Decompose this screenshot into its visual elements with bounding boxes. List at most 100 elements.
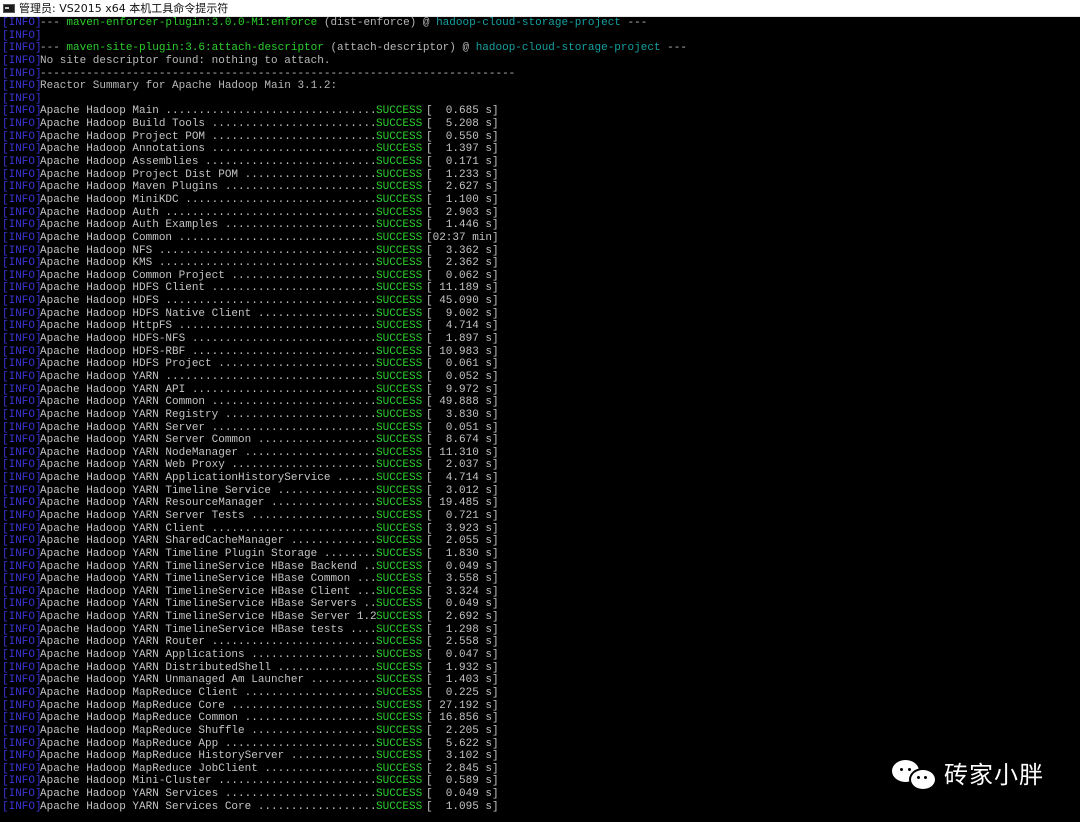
module-status: SUCCESS [376, 345, 423, 358]
module-status: SUCCESS [376, 573, 423, 586]
module-time: [ 2.205 s] [426, 724, 499, 737]
module-time: [ 1.095 s] [426, 800, 499, 813]
module-status: SUCCESS [376, 105, 423, 118]
module-name: Apache Hadoop Build Tools ..............… [40, 118, 376, 131]
module-name: Apache Hadoop YARN Timeline Plugin Stora… [40, 547, 376, 560]
info-tag: [INFO] [2, 282, 40, 295]
info-tag: [INFO] [2, 459, 40, 472]
info-tag: [INFO] [2, 42, 40, 55]
module-time: [ 0.051 s] [426, 421, 499, 434]
module-time: [ 2.362 s] [426, 257, 499, 270]
module-time: [ 45.090 s] [426, 295, 499, 308]
module-row: [INFO] Apache Hadoop HDFS Native Client .… [0, 308, 1080, 321]
log-execution: (dist-enforce) @ [317, 17, 437, 29]
info-tag: [INFO] [2, 762, 40, 775]
info-tag: [INFO] [2, 181, 40, 194]
info-tag: [INFO] [2, 168, 40, 181]
module-row: [INFO] Apache Hadoop NFS ................… [0, 245, 1080, 258]
module-time: [ 3.362 s] [426, 244, 499, 257]
info-tag: [INFO] [2, 649, 40, 662]
module-time: [ 2.903 s] [426, 206, 499, 219]
module-name: Apache Hadoop YARN ResourceManager .....… [40, 497, 376, 510]
module-status: SUCCESS [376, 408, 423, 421]
module-time: [ 0.049 s] [426, 788, 499, 801]
module-time: [ 1.298 s] [426, 623, 499, 636]
module-status: SUCCESS [376, 497, 423, 510]
module-name: Apache Hadoop YARN Services ............… [40, 788, 376, 801]
log-line: [INFO] --- maven-site-plugin:3.6:attach-… [0, 42, 1080, 55]
module-status: SUCCESS [376, 168, 423, 181]
info-tag: [INFO] [2, 307, 40, 320]
log-line: [INFO] --- maven-enforcer-plugin:3.0.0-M… [0, 17, 1080, 30]
module-row: [INFO] Apache Hadoop Project Dist POM ...… [0, 169, 1080, 182]
module-row: [INFO] Apache Hadoop HDFS-RBF ...........… [0, 346, 1080, 359]
module-name: Apache Hadoop MapReduce Common .........… [40, 712, 376, 725]
module-status: SUCCESS [376, 446, 423, 459]
module-status: SUCCESS [376, 509, 423, 522]
module-status: SUCCESS [376, 181, 423, 194]
module-name: Apache Hadoop Main .....................… [40, 105, 376, 118]
module-name: Apache Hadoop YARN TimelineService HBase… [40, 560, 376, 573]
module-time: [ 11.189 s] [426, 282, 499, 295]
module-status: SUCCESS [376, 484, 423, 497]
info-tag: [INFO] [2, 54, 40, 67]
module-row: [INFO] Apache Hadoop Annotations ........… [0, 143, 1080, 156]
module-status: SUCCESS [376, 724, 423, 737]
info-tag: [INFO] [2, 269, 40, 282]
module-row: [INFO] Apache Hadoop YARN TimelineService… [0, 611, 1080, 624]
module-row: [INFO] Apache Hadoop YARN NodeManager ...… [0, 447, 1080, 460]
info-tag: [INFO] [2, 219, 40, 232]
module-name: Apache Hadoop Maven Plugins ............… [40, 181, 376, 194]
module-name: Apache Hadoop MapReduce JobClient ......… [40, 762, 376, 775]
info-tag: [INFO] [2, 509, 40, 522]
module-name: Apache Hadoop KMS ......................… [40, 257, 376, 270]
module-name: Apache Hadoop Auth .....................… [40, 206, 376, 219]
info-tag: [INFO] [2, 408, 40, 421]
module-time: [ 0.052 s] [426, 370, 499, 383]
module-status: SUCCESS [376, 800, 423, 813]
module-time: [ 5.622 s] [426, 737, 499, 750]
module-status: SUCCESS [376, 636, 423, 649]
info-tag: [INFO] [2, 484, 40, 497]
title-bar[interactable]: 管理员: VS2015 x64 本机工具命令提示符 [0, 0, 1080, 17]
module-status: SUCCESS [376, 712, 423, 725]
module-row: [INFO] Apache Hadoop YARN Server ........… [0, 422, 1080, 435]
info-tag: [INFO] [2, 333, 40, 346]
module-time: [ 1.932 s] [426, 661, 499, 674]
module-row: [INFO] Apache Hadoop YARN TimelineService… [0, 573, 1080, 586]
info-tag: [INFO] [2, 611, 40, 624]
info-tag: [INFO] [2, 257, 40, 270]
module-row: [INFO] Apache Hadoop YARN TimelineService… [0, 586, 1080, 599]
module-name: Apache Hadoop YARN TimelineService HBase… [40, 573, 376, 586]
module-row: [INFO] Apache Hadoop MapReduce Client ...… [0, 687, 1080, 700]
module-time: [ 0.685 s] [426, 105, 499, 118]
module-name: Apache Hadoop Annotations ..............… [40, 143, 376, 156]
info-tag: [INFO] [2, 17, 40, 29]
module-row: [INFO] Apache Hadoop YARN Web Proxy .....… [0, 459, 1080, 472]
console-output[interactable]: [INFO] --- maven-enforcer-plugin:3.0.0-M… [0, 17, 1080, 822]
info-tag: [INFO] [2, 434, 40, 447]
module-time: [ 0.589 s] [426, 775, 499, 788]
module-name: Apache Hadoop YARN TimelineService HBase… [40, 623, 376, 636]
module-name: Apache Hadoop MapReduce Shuffle ........… [40, 724, 376, 737]
module-name: Apache Hadoop YARN Router ..............… [40, 636, 376, 649]
module-status: SUCCESS [376, 269, 423, 282]
log-suffix: --- [660, 42, 687, 55]
module-name: Apache Hadoop YARN Timeline Service ....… [40, 484, 376, 497]
info-tag: [INFO] [2, 686, 40, 699]
module-row: [INFO] Apache Hadoop YARN Timeline Plugin… [0, 548, 1080, 561]
module-time: [ 3.012 s] [426, 484, 499, 497]
module-status: SUCCESS [376, 674, 423, 687]
module-name: Apache Hadoop YARN DistributedShell ....… [40, 661, 376, 674]
info-tag: [INFO] [2, 156, 40, 169]
module-row: [INFO] Apache Hadoop KMS ................… [0, 257, 1080, 270]
module-row: [INFO] Apache Hadoop YARN TimelineService… [0, 598, 1080, 611]
module-name: Apache Hadoop YARN Applications ........… [40, 649, 376, 662]
module-time: [ 1.100 s] [426, 193, 499, 206]
module-status: SUCCESS [376, 130, 423, 143]
module-status: SUCCESS [376, 560, 423, 573]
module-name: Apache Hadoop YARN Common ..............… [40, 396, 376, 409]
module-status: SUCCESS [376, 143, 423, 156]
info-tag: [INFO] [2, 206, 40, 219]
module-status: SUCCESS [376, 522, 423, 535]
